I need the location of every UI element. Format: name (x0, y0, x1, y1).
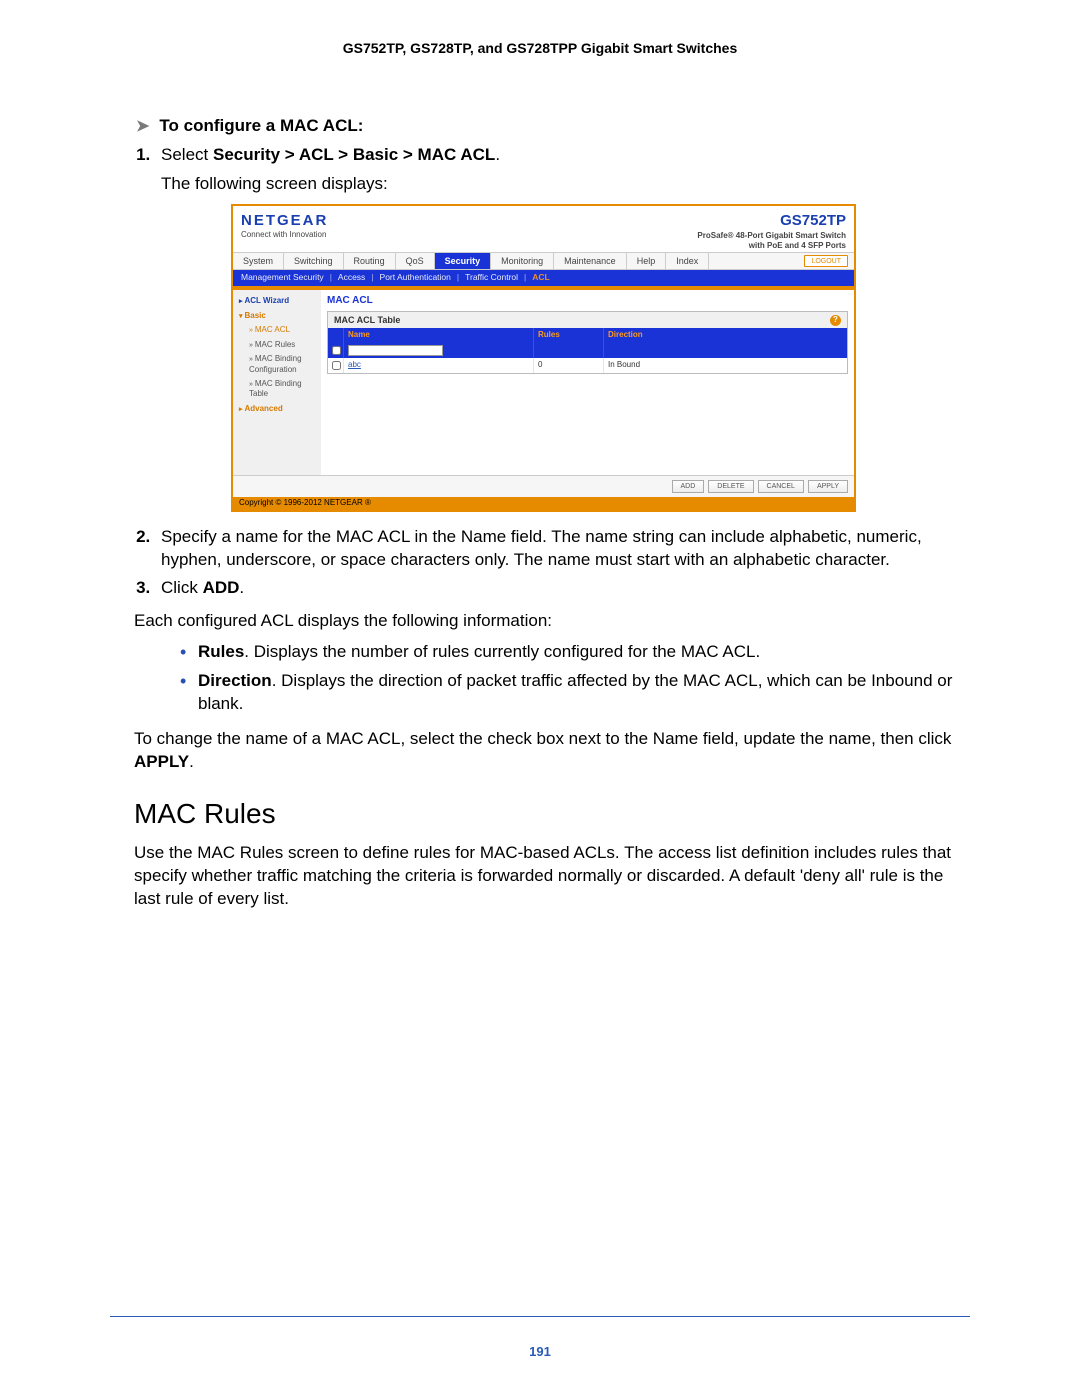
tab-routing[interactable]: Routing (344, 253, 396, 269)
col-rules: Rules (534, 328, 604, 343)
subtab-traffic[interactable]: Traffic Control (465, 272, 518, 283)
section-mac-rules-heading: MAC Rules (134, 798, 970, 830)
step1-prefix: Select (161, 145, 213, 164)
logout-button[interactable]: LOGOUT (804, 255, 848, 267)
apply-button[interactable]: APPLY (808, 480, 848, 493)
side-macacl[interactable]: MAC ACL (233, 323, 321, 337)
brand-logo: NETGEAR (241, 211, 328, 231)
cancel-button[interactable]: CANCEL (758, 480, 804, 493)
doc-header: GS752TP, GS728TP, and GS728TPP Gigabit S… (110, 40, 970, 56)
row-input-dir (604, 343, 847, 358)
subtab-access[interactable]: Access (338, 272, 365, 283)
subtab-mgmtsec[interactable]: Management Security (241, 272, 324, 283)
screenshot-panel: NETGEAR Connect with Innovation GS752TP … (231, 204, 856, 512)
change-name-para: To change the name of a MAC ACL, select … (134, 728, 970, 774)
bullet-rules-text: . Displays the number of rules currently… (244, 642, 760, 661)
step1-sub: The following screen displays: (161, 173, 970, 196)
step-1: Select Security > ACL > Basic > MAC ACL.… (155, 144, 970, 512)
main-tabs: System Switching Routing QoS Security Mo… (233, 252, 854, 270)
subtab-portauth[interactable]: Port Authentication (380, 272, 451, 283)
table-row: abc 0 In Bound (328, 358, 847, 373)
side-basic[interactable]: Basic (233, 309, 321, 324)
step3-suffix: . (239, 578, 244, 597)
change-para-2: . (189, 752, 194, 771)
step-2: Specify a name for the MAC ACL in the Na… (155, 526, 970, 572)
section-mac-rules-body: Use the MAC Rules screen to define rules… (134, 842, 970, 911)
model-desc2: with PoE and 4 SFP Ports (697, 241, 846, 251)
brand-tagline: Connect with Innovation (241, 230, 328, 241)
tab-system[interactable]: System (233, 253, 284, 269)
step3-prefix: Click (161, 578, 203, 597)
acl-table: MAC ACL Table ? Name Rules Direction (327, 311, 848, 374)
screenshot-header: NETGEAR Connect with Innovation GS752TP … (233, 206, 854, 252)
model-name: GS752TP (697, 211, 846, 231)
copyright-bar: Copyright © 1996-2012 NETGEAR ® (233, 497, 854, 510)
row-input-rules (534, 343, 604, 358)
col-name: Name (344, 328, 534, 343)
procedure-heading-text: To configure a MAC ACL: (159, 116, 363, 136)
side-aclwizard[interactable]: ACL Wizard (233, 294, 321, 309)
row-input-check[interactable] (332, 346, 341, 355)
tab-monitoring[interactable]: Monitoring (491, 253, 554, 269)
side-advanced[interactable]: Advanced (233, 402, 321, 417)
change-para-1: To change the name of a MAC ACL, select … (134, 729, 951, 748)
tab-maintenance[interactable]: Maintenance (554, 253, 627, 269)
bullet-dir-label: Direction (198, 671, 272, 690)
bullet-dir-text: . Displays the direction of packet traff… (198, 671, 952, 713)
row-check[interactable] (332, 361, 341, 370)
step1-suffix: . (495, 145, 500, 164)
delete-button[interactable]: DELETE (708, 480, 753, 493)
side-macrules[interactable]: MAC Rules (233, 338, 321, 352)
step3-bold: ADD (203, 578, 240, 597)
row-direction: In Bound (604, 358, 847, 373)
bullet-rules: Rules. Displays the number of rules curr… (180, 641, 970, 664)
help-icon[interactable]: ? (830, 315, 841, 326)
step-list: Select Security > ACL > Basic > MAC ACL.… (155, 144, 970, 600)
change-bold: APPLY (134, 752, 189, 771)
info-bullets: Rules. Displays the number of rules curr… (180, 641, 970, 716)
model-block: GS752TP ProSafe® 48-Port Gigabit Smart S… (697, 211, 846, 250)
tab-index[interactable]: Index (666, 253, 709, 269)
add-button[interactable]: ADD (672, 480, 705, 493)
table-input-row (328, 343, 847, 358)
step-3: Click ADD. (155, 577, 970, 600)
arrow-icon: ➤ (136, 116, 149, 136)
screenshot-footer: ADD DELETE CANCEL APPLY (233, 475, 854, 497)
after-steps-para: Each configured ACL displays the followi… (134, 610, 970, 633)
footer-rule (110, 1316, 970, 1317)
tab-switching[interactable]: Switching (284, 253, 344, 269)
screenshot-body: ACL Wizard Basic MAC ACL MAC Rules MAC B… (233, 290, 854, 475)
table-header: Name Rules Direction (328, 328, 847, 343)
sub-tabs: Management Security| Access| Port Authen… (233, 270, 854, 285)
side-macbindcfg[interactable]: MAC Binding Configuration (233, 352, 321, 377)
brand-block: NETGEAR Connect with Innovation (241, 211, 328, 250)
table-caption-row: MAC ACL Table ? (328, 312, 847, 328)
pane-title: MAC ACL (327, 294, 848, 308)
col-direction: Direction (604, 328, 847, 343)
page-number: 191 (0, 1344, 1080, 1359)
side-menu: ACL Wizard Basic MAC ACL MAC Rules MAC B… (233, 290, 321, 475)
tab-help[interactable]: Help (627, 253, 667, 269)
procedure-heading: ➤ To configure a MAC ACL: (136, 116, 970, 136)
bullet-direction: Direction. Displays the direction of pac… (180, 670, 970, 716)
subtab-acl[interactable]: ACL (532, 272, 549, 283)
model-desc1: ProSafe® 48-Port Gigabit Smart Switch (697, 231, 846, 241)
bullet-rules-label: Rules (198, 642, 244, 661)
name-input[interactable] (348, 345, 443, 356)
table-caption: MAC ACL Table (334, 314, 400, 326)
step1-path: Security > ACL > Basic > MAC ACL (213, 145, 495, 164)
row-name[interactable]: abc (348, 360, 361, 371)
tab-security[interactable]: Security (435, 253, 492, 269)
tab-qos[interactable]: QoS (396, 253, 435, 269)
col-check (328, 328, 344, 343)
row-rules: 0 (534, 358, 604, 373)
content-pane: MAC ACL MAC ACL Table ? Name Rules Direc… (321, 290, 854, 475)
side-macbindtbl[interactable]: MAC Binding Table (233, 377, 321, 402)
